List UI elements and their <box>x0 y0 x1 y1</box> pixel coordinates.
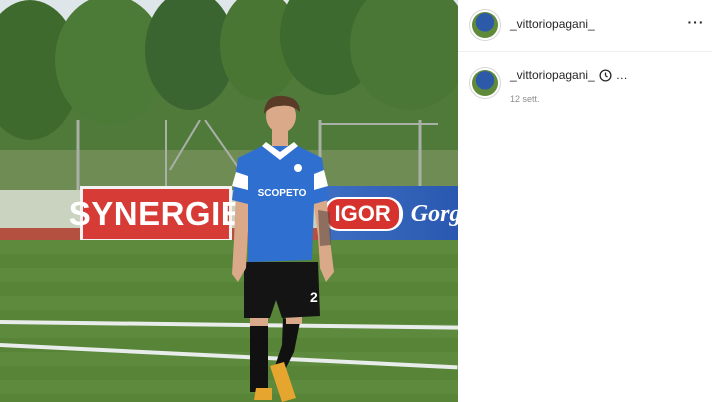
shorts-number: 2 <box>310 289 318 305</box>
header-avatar[interactable] <box>472 12 498 38</box>
post-side-panel: _vittoriopagani_ ··· _vittoriopagani_ … … <box>458 0 712 402</box>
header-username[interactable]: _vittoriopagani_ <box>510 17 595 31</box>
post-date[interactable]: 12 sett. <box>510 94 540 104</box>
post-image[interactable]: SYNERGIE IGOR Gorg SCOPETO 2 <box>0 0 458 402</box>
caption-avatar[interactable] <box>472 70 498 96</box>
clock-icon <box>599 68 612 82</box>
caption-username[interactable]: _vittoriopagani_ <box>510 68 595 82</box>
football-player: SCOPETO 2 <box>232 95 334 402</box>
more-options-icon[interactable]: ··· <box>686 14 706 30</box>
caption-ellipsis: … <box>615 68 628 82</box>
post-header: _vittoriopagani_ ··· <box>458 0 712 52</box>
shirt-sponsor: SCOPETO <box>258 188 307 199</box>
caption-row: _vittoriopagani_ … <box>510 68 628 82</box>
